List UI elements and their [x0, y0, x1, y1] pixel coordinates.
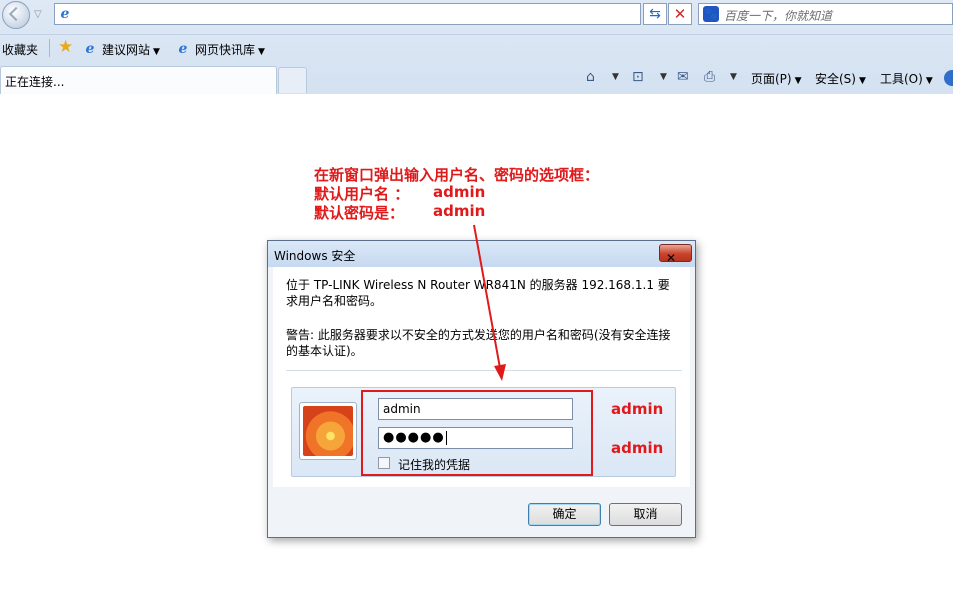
favorites-item-label: 建议网站 [102, 43, 151, 57]
tab-row: 正在连接... ⌂ ▼ ⊡ ▼ ✉ ⎙ ▼ 页面(P) ▼ 安全(S) ▼ 工具(O… [0, 62, 953, 94]
close-icon: ✕ [666, 251, 677, 265]
chevron-down-icon[interactable]: ▼ [730, 72, 737, 82]
chevron-down-icon: ▼ [153, 47, 160, 57]
dialog-warning: 警告: 此服务器要求以不安全的方式发送您的用户名和密码(没有安全连接的基本认证)… [286, 328, 671, 358]
chevron-down-icon: ▼ [858, 76, 866, 86]
baidu-paw-icon: 🐾 [703, 6, 719, 22]
tools-menu[interactable]: 工具(O) ▼ [880, 70, 933, 87]
annotation-username-value: admin [433, 183, 486, 201]
ie-link-icon: e [85, 41, 95, 57]
dialog-title: Windows 安全 [274, 249, 356, 263]
tab-label: 正在连接... [5, 75, 65, 89]
safety-menu[interactable]: 安全(S) ▼ [815, 70, 866, 87]
page-menu-label: 页面(P) [751, 72, 792, 86]
annotation-highlight-box [361, 390, 593, 476]
tab-connecting[interactable]: 正在连接... [0, 66, 277, 94]
tools-menu-label: 工具(O) [880, 72, 923, 86]
safety-menu-label: 安全(S) [815, 72, 856, 86]
search-box[interactable]: 🐾 百度一下，你就知道 [698, 3, 953, 25]
favorites-button[interactable]: 收藏夹 [2, 41, 38, 58]
annotation-username-label: 默认用户名 ： [314, 185, 410, 203]
chevron-down-icon: ▼ [794, 76, 802, 86]
compat-refresh-button[interactable]: ⇆ [643, 3, 667, 25]
annotation-password-label: 默认密码是： [314, 204, 405, 222]
chevron-down-icon: ▼ [925, 76, 933, 86]
print-icon[interactable]: ⎙ [704, 69, 715, 85]
annotation-line-1: 在新窗口弹出输入用户名、密码的选项框： [314, 166, 600, 184]
dialog-message: 位于 TP-LINK Wireless N Router WR841N 的服务器… [286, 278, 670, 308]
chevron-down-icon: ▼ [258, 47, 265, 57]
close-button[interactable]: ✕ [659, 244, 692, 265]
address-row: ▽ e ▼ ⇆ ✕ 🐾 百度一下，你就知道 [0, 0, 953, 30]
favorites-item-label: 网页快讯库 [195, 43, 256, 57]
stop-button[interactable]: ✕ [668, 3, 692, 25]
page-menu[interactable]: 页面(P) ▼ [751, 70, 802, 87]
annotation-line-3: 默认密码是： admin [314, 202, 485, 223]
help-icon[interactable] [944, 70, 953, 86]
ie-page-icon: e [60, 6, 70, 22]
search-input[interactable]: 百度一下，你就知道 [724, 7, 832, 24]
browser-chrome: ▽ e ▼ ⇆ ✕ 🐾 百度一下，你就知道 收藏夹 ★ e 建议网站▼ e 网页… [0, 0, 953, 94]
stop-icon: ✕ [673, 5, 687, 23]
new-tab-button[interactable] [278, 67, 307, 93]
annotation-password-value: admin [433, 202, 486, 220]
rss-feed-icon[interactable]: ⊡ [632, 69, 644, 85]
dialog-title-bar[interactable]: Windows 安全 ✕ [268, 241, 695, 267]
back-button[interactable] [2, 1, 30, 29]
user-avatar [299, 402, 357, 460]
annotation-password-note: admin [611, 439, 664, 457]
windows-security-dialog: Windows 安全 ✕ 位于 TP-LINK Wireless N Route… [267, 240, 696, 538]
mail-icon[interactable]: ✉ [677, 69, 689, 85]
chevron-down-icon[interactable]: ▼ [612, 72, 619, 82]
back-arrow-icon [8, 6, 24, 22]
favorites-item-web-slice-gallery[interactable]: 网页快讯库 ▼ [195, 41, 265, 58]
ok-button[interactable]: 确定 [528, 503, 601, 526]
flower-avatar-icon [303, 406, 353, 456]
separator [49, 39, 50, 57]
address-bar[interactable]: e ▼ [54, 3, 689, 25]
chevron-down-icon[interactable]: ▼ [660, 72, 667, 82]
favorites-item-suggested-sites[interactable]: 建议网站 ▼ [102, 41, 160, 58]
favorites-bar: 收藏夹 ★ e 建议网站 ▼ e 网页快讯库 ▼ [0, 34, 953, 62]
home-icon[interactable]: ⌂ [586, 69, 595, 85]
history-dropdown-icon[interactable]: ▽ [34, 9, 42, 20]
refresh-icon: ⇆ [649, 6, 661, 22]
cancel-button[interactable]: 取消 [609, 503, 682, 526]
annotation-username-note: admin [611, 400, 664, 418]
annotation-line-2: 默认用户名 ： admin [314, 183, 485, 204]
ie-link-icon: e [178, 41, 188, 57]
divider [286, 370, 682, 371]
add-favorite-star-icon[interactable]: ★ [58, 38, 73, 56]
